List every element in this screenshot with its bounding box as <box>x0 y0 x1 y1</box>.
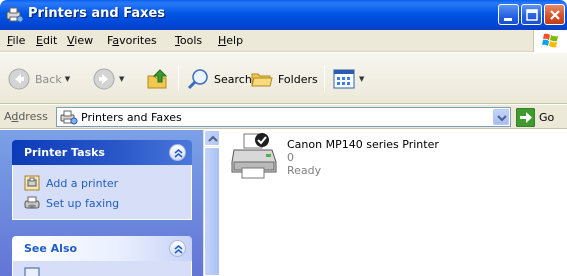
scroll-thumb[interactable] <box>204 147 220 276</box>
printer-folder-icon <box>6 7 24 23</box>
printer-tasks-header[interactable]: Printer Tasks <box>12 140 192 165</box>
forward-arrow-icon <box>93 68 115 90</box>
printer-folder-icon <box>60 110 78 125</box>
add-printer-icon <box>24 175 40 191</box>
see-also-link[interactable] <box>13 265 191 276</box>
title-bar[interactable]: Printers and Faxes <box>0 0 567 30</box>
folders-label: Folders <box>278 72 318 86</box>
address-value: Printers and Faxes <box>81 111 182 124</box>
toolbar-separator <box>324 65 325 91</box>
printer-tasks-panel: Printer Tasks Add a printer Set up faxin… <box>12 140 192 220</box>
see-also-body <box>12 261 192 276</box>
up-folder-icon <box>147 69 168 89</box>
back-dropdown-icon[interactable]: ▼ <box>65 75 70 83</box>
menu-favorites[interactable]: Favorites <box>107 34 157 47</box>
folders-button[interactable]: Folders <box>250 63 318 95</box>
chevron-up-icon <box>208 135 218 142</box>
task-pane-scrollbar[interactable] <box>203 130 220 276</box>
address-bar: Address Printers and Faxes Go <box>0 105 567 129</box>
back-label: Back <box>35 72 62 86</box>
menu-bar: File Edit View Favorites Tools Help <box>0 30 567 52</box>
views-button[interactable]: ▼ <box>332 63 364 95</box>
minimize-icon <box>504 18 512 21</box>
address-label: Address <box>4 110 48 123</box>
back-arrow-icon <box>8 68 30 90</box>
collapse-button[interactable] <box>169 144 186 161</box>
views-icon <box>333 69 355 89</box>
add-printer-label: Add a printer <box>46 176 119 190</box>
menu-tools[interactable]: Tools <box>175 34 202 47</box>
add-printer-link[interactable]: Add a printer <box>13 173 191 193</box>
search-button[interactable]: Search <box>186 63 252 95</box>
address-input[interactable]: Printers and Faxes <box>56 107 511 127</box>
menu-edit[interactable]: Edit <box>36 34 57 47</box>
views-dropdown-icon[interactable]: ▼ <box>359 75 364 83</box>
search-icon <box>187 69 208 90</box>
up-folder-button[interactable] <box>146 63 170 95</box>
double-chevron-up-icon <box>174 149 183 158</box>
set-up-faxing-label: Set up faxing <box>46 196 120 210</box>
help-icon <box>24 267 40 276</box>
windows-flag-icon <box>542 33 558 48</box>
toolbar-separator <box>178 65 179 91</box>
window-title: Printers and Faxes <box>28 6 166 21</box>
minimize-button[interactable] <box>498 4 519 25</box>
printer-tasks-title: Printer Tasks <box>24 146 105 159</box>
go-arrow-icon <box>516 108 535 127</box>
menu-help[interactable]: Help <box>218 34 243 47</box>
printer-tasks-body: Add a printer Set up faxing <box>12 165 192 220</box>
search-label: Search <box>214 72 252 86</box>
menu-view[interactable]: View <box>67 34 93 47</box>
set-up-faxing-link[interactable]: Set up faxing <box>13 193 191 213</box>
chevron-down-icon <box>497 115 507 122</box>
folders-icon <box>251 73 273 87</box>
address-dropdown-button[interactable] <box>493 109 509 125</box>
fax-icon <box>24 196 40 209</box>
close-icon <box>550 10 560 20</box>
go-label: Go <box>539 111 555 124</box>
forward-button[interactable]: ▼ <box>92 63 124 95</box>
maximize-button[interactable] <box>521 4 542 25</box>
printer-document-count: 0 <box>287 151 294 164</box>
standard-toolbar: Back ▼ ▼ Search Folders ▼ <box>0 53 567 104</box>
printer-name: Canon MP140 series Printer <box>287 138 439 151</box>
maximize-icon <box>526 9 538 21</box>
see-also-panel: See Also <box>12 236 192 276</box>
task-pane: Printer Tasks Add a printer Set up faxin… <box>0 130 203 276</box>
see-also-header[interactable]: See Also <box>12 236 192 261</box>
windows-logo <box>533 30 567 52</box>
printer-icon <box>231 133 277 179</box>
printers-view: Canon MP140 series Printer 0 Ready <box>221 130 567 276</box>
printer-item[interactable]: Canon MP140 series Printer 0 Ready <box>230 132 490 182</box>
printer-status: Ready <box>287 164 322 177</box>
scroll-up-button[interactable] <box>204 130 220 146</box>
menu-file[interactable]: File <box>7 34 25 47</box>
back-button[interactable]: Back ▼ <box>7 63 70 95</box>
double-chevron-up-icon <box>174 245 183 254</box>
go-button[interactable]: Go <box>516 108 554 127</box>
close-button[interactable] <box>544 4 565 25</box>
forward-dropdown-icon[interactable]: ▼ <box>119 75 124 83</box>
collapse-button[interactable] <box>169 240 186 257</box>
see-also-title: See Also <box>24 242 78 255</box>
